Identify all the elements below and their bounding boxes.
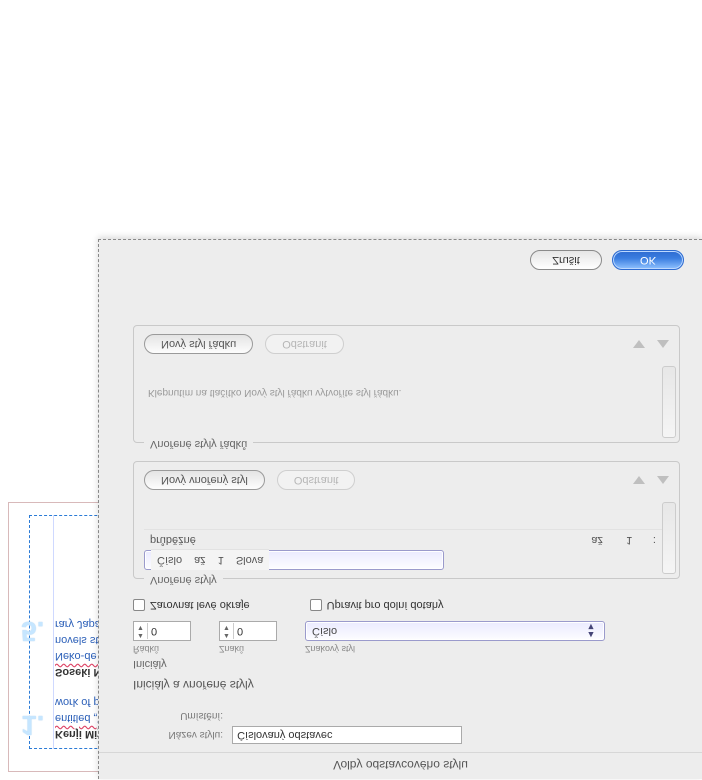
nested-line-styles-buttons: Nový styl řádku Odstranit	[144, 334, 669, 354]
nested-style-name: průběžné	[144, 530, 585, 551]
nested-style-count: 1	[212, 550, 230, 571]
style-name-label: Název stylu:	[133, 729, 223, 740]
nested-style-through: až	[188, 550, 212, 571]
delete-nested-style-button: Odstranit	[277, 470, 356, 490]
nested-style-through: až	[585, 530, 620, 551]
nested-style-name: Číslo	[151, 550, 188, 571]
move-up-icon[interactable]	[657, 476, 669, 484]
table-row[interactable]: průběžné až 1 :	[144, 530, 669, 551]
charstyle-value: Číslo	[312, 625, 584, 637]
rows-step-up[interactable]: ▲	[134, 631, 147, 639]
checkbox-row: Zarovnat levé okraje Upravit pro dolní d…	[99, 597, 702, 619]
location-label: Umístění:	[133, 710, 223, 721]
nested-styles-buttons: Nový vnořený styl Odstranit	[144, 470, 669, 490]
table-row[interactable]: Číslo až 1 Slova	[144, 550, 444, 570]
dialog-footer: Zrušit OK	[530, 250, 684, 270]
paragraph-style-options-dialog: Volby odstavcového stylu Název stylu: Um…	[98, 239, 702, 779]
chars-label: Znaků	[219, 644, 277, 654]
chars-step-up[interactable]: ▲	[220, 631, 233, 639]
scrollbar[interactable]	[662, 366, 676, 438]
checkbox-box	[310, 599, 322, 611]
chars-input[interactable]	[234, 623, 272, 639]
delete-line-style-button: Odstranit	[265, 334, 344, 354]
rows-stepper[interactable]: ▲▼	[133, 621, 191, 641]
align-left-edges-label: Zarovnat levé okraje	[150, 599, 250, 611]
move-down-icon[interactable]	[633, 340, 645, 348]
ok-button[interactable]: OK	[612, 250, 684, 270]
checkbox-box	[133, 599, 145, 611]
scale-for-descenders-checkbox[interactable]: Upravit pro dolní dotahy	[310, 599, 444, 611]
scrollbar[interactable]	[662, 502, 676, 574]
nested-line-styles-group: Vnořené styly řádků Klepnutím na tlačítk…	[133, 325, 680, 443]
scale-for-descenders-label: Upravit pro dolní dotahy	[327, 599, 444, 611]
charstyle-col: Znakový styl Číslo ▲▼	[305, 621, 680, 654]
rows-col: Řádků ▲▼	[133, 621, 191, 654]
nested-line-styles-hint: Klepnutím na tlačítko Nový styl řádku vy…	[144, 381, 669, 434]
updown-icon: ▲▼	[584, 623, 598, 639]
chars-step-down[interactable]: ▼	[220, 623, 233, 631]
style-name-input[interactable]	[232, 726, 462, 744]
cancel-button[interactable]: Zrušit	[530, 250, 602, 270]
new-nested-style-button[interactable]: Nový vnořený styl	[144, 470, 265, 490]
charstyle-label: Znakový styl	[305, 644, 680, 654]
dropcap-controls-row: Řádků ▲▼ Znaků ▲▼ Znakový styl Číslo ▲▼	[99, 619, 702, 656]
nested-styles-legend: Vnořené styly	[144, 574, 223, 586]
move-down-icon[interactable]	[633, 476, 645, 484]
charstyle-select[interactable]: Číslo ▲▼	[305, 621, 605, 641]
rows-step-down[interactable]: ▼	[134, 623, 147, 631]
chars-col: Znaků ▲▼	[219, 621, 277, 654]
section-dropcaps-nested: Iniciály a vnořené styly	[99, 676, 702, 706]
move-up-icon[interactable]	[657, 340, 669, 348]
subsection-dropcaps: Iniciály	[99, 656, 702, 676]
rows-label: Řádků	[133, 644, 191, 654]
rows-input[interactable]	[148, 623, 186, 639]
nested-styles-group: Vnořené styly Číslo až 1 Slova průběžné …	[133, 461, 680, 579]
align-left-edges-checkbox[interactable]: Zarovnat levé okraje	[133, 599, 250, 611]
chars-stepper[interactable]: ▲▼	[219, 621, 277, 641]
dialog-title: Volby odstavcového stylu	[99, 752, 702, 779]
new-line-style-button[interactable]: Nový styl řádku	[144, 334, 253, 354]
nested-line-styles-legend: Vnořené styly řádků	[144, 438, 253, 450]
style-name-row: Název stylu:	[99, 722, 702, 752]
nested-styles-table: Číslo až 1 Slova průběžné až 1 :	[144, 529, 669, 570]
location-row: Umístění:	[99, 706, 702, 722]
nested-style-unit: Slova	[230, 550, 270, 571]
nested-style-count: 1	[620, 530, 647, 551]
